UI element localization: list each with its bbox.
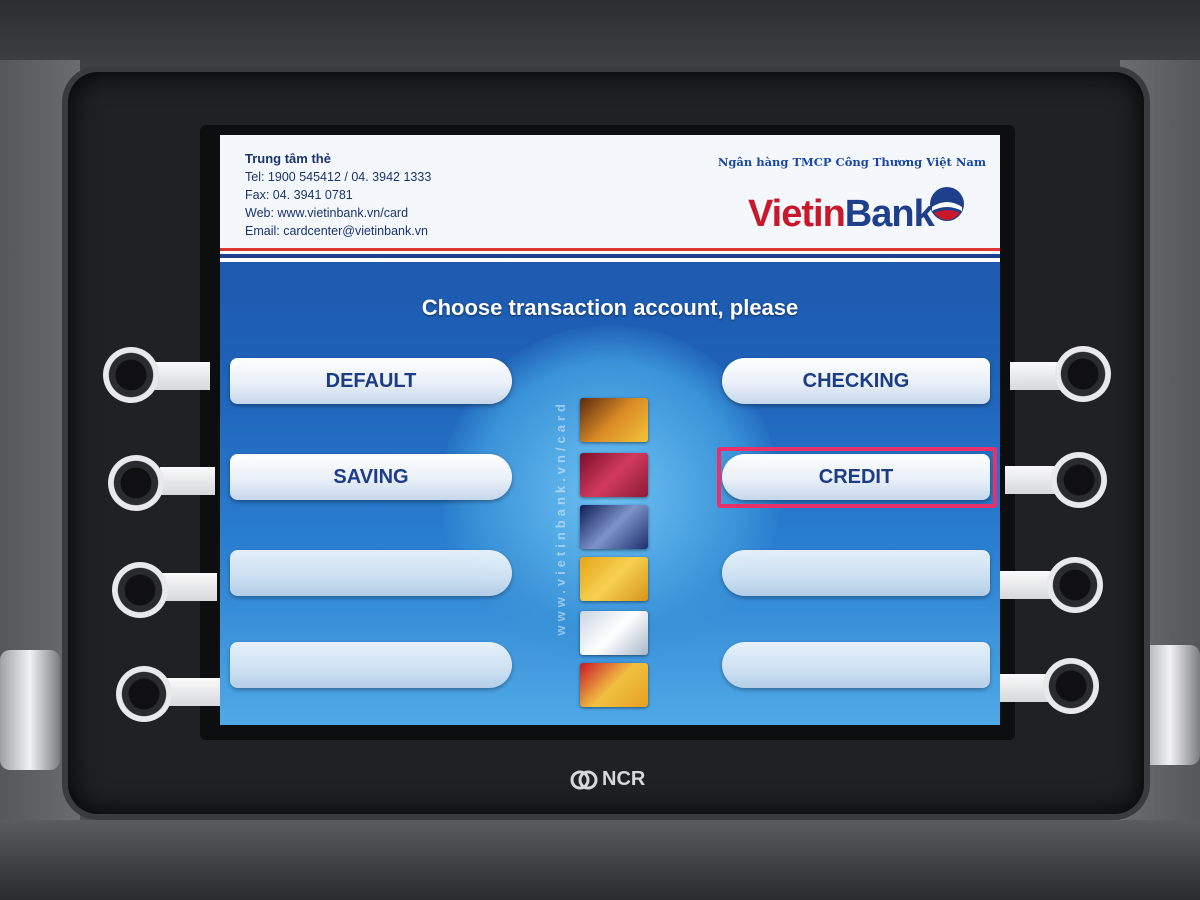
option-left-4-button[interactable] — [230, 642, 512, 688]
fdk-right-4-button[interactable] — [1043, 658, 1099, 714]
atm-bottom-plate — [0, 820, 1200, 900]
contact-block: Trung tâm thẻ Tel: 1900 545412 / 04. 394… — [245, 150, 431, 240]
screen-header: Trung tâm thẻ Tel: 1900 545412 / 04. 394… — [220, 135, 1000, 250]
vietinbank-logo: VietinBank — [748, 193, 935, 236]
fdk-right-3-button[interactable] — [1047, 557, 1103, 613]
option-right-4-button[interactable] — [722, 642, 990, 688]
card-image-5 — [580, 611, 648, 655]
option-checking-button[interactable]: CHECKING — [722, 358, 990, 404]
atm-top-frame — [0, 0, 1200, 70]
contact-email: Email: cardcenter@vietinbank.vn — [245, 224, 428, 238]
ncr-brand: NCR — [570, 768, 645, 791]
option-left-3-button[interactable] — [230, 550, 512, 596]
left-handle — [0, 650, 60, 770]
option-right-3-button[interactable] — [722, 550, 990, 596]
fdk-left-1-button[interactable] — [103, 347, 159, 403]
fdk-left-4-button[interactable] — [116, 666, 172, 722]
card-image-3 — [580, 505, 648, 549]
logo-part1: Vietin — [748, 193, 846, 235]
fdk-tab-left-1 — [155, 362, 210, 390]
contact-tel: Tel: 1900 545412 / 04. 3942 1333 — [245, 170, 432, 184]
fdk-left-3-button[interactable] — [112, 562, 168, 618]
option-saving-button[interactable]: SAVING — [230, 454, 512, 500]
right-handle — [1140, 645, 1200, 765]
fdk-right-2-button[interactable] — [1051, 452, 1107, 508]
option-default-button[interactable]: DEFAULT — [230, 358, 512, 404]
contact-title: Trung tâm thẻ — [245, 151, 331, 166]
side-web-text: www.vietinbank.vn/card — [553, 400, 568, 636]
card-image-6 — [580, 663, 648, 707]
fdk-tab-left-4 — [165, 678, 220, 706]
fdk-left-2-button[interactable] — [108, 455, 164, 511]
card-image-4 — [580, 557, 648, 601]
credit-highlight-box — [717, 447, 997, 508]
fdk-right-1-button[interactable] — [1055, 346, 1111, 402]
atm-screen: Trung tâm thẻ Tel: 1900 545412 / 04. 394… — [220, 135, 1000, 725]
header-divider — [220, 248, 1000, 262]
ncr-text: NCR — [602, 768, 646, 790]
prompt-title: Choose transaction account, please — [421, 295, 799, 320]
logo-part2: Bank — [844, 193, 935, 235]
bank-full-name: Ngân hàng TMCP Công Thương Việt Nam — [717, 155, 986, 169]
card-image-1 — [580, 398, 648, 442]
fdk-tab-left-2 — [160, 467, 215, 495]
ncr-logo-icon — [570, 770, 598, 789]
fdk-tab-left-3 — [162, 573, 217, 601]
vietinbank-logo-icon — [930, 187, 964, 221]
contact-web: Web: www.vietinbank.vn/card — [245, 206, 409, 220]
card-image-2 — [580, 453, 648, 497]
contact-fax: Fax: 04. 3941 0781 — [245, 188, 353, 202]
